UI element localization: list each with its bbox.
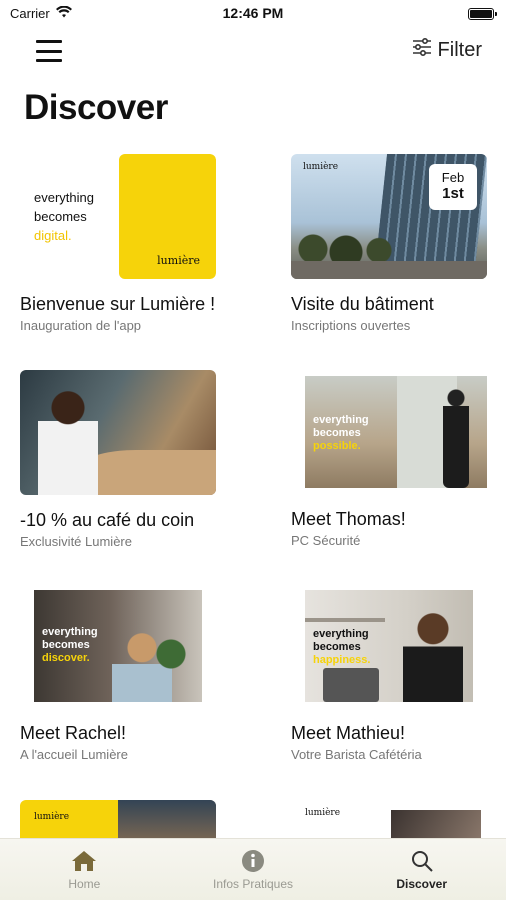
thumbnail-slogan: everything becomes discover. <box>42 626 98 664</box>
card-visite-batiment[interactable]: lumière Feb 1st Visite du bâtiment Inscr… <box>291 154 491 333</box>
tab-discover[interactable]: Discover <box>337 839 506 900</box>
tab-home[interactable]: Home <box>0 839 169 900</box>
discover-grid: everything becomes digital. lumière Bien… <box>0 150 506 840</box>
card-thumbnail: lumière Feb 1st <box>291 154 487 279</box>
card-subtitle: Inauguration de l'app <box>20 318 142 333</box>
card-thumbnail: everything becomes possible. <box>305 376 487 488</box>
card-thumbnail: everything becomes discover. <box>34 590 202 702</box>
filter-label: Filter <box>437 38 482 61</box>
card-meet-mathieu[interactable]: everything becomes happiness. Meet Mathi… <box>291 590 491 762</box>
tab-bar: Home Infos Pratiques Discover <box>0 838 506 900</box>
card-title: Visite du bâtiment <box>291 294 434 314</box>
thumbnail-slogan: everything becomes happiness. <box>313 628 371 666</box>
card-thumbnail: everything becomes happiness. <box>305 590 473 702</box>
date-badge: Feb 1st <box>429 164 477 210</box>
tab-infos-pratiques[interactable]: Infos Pratiques <box>169 839 338 900</box>
card-thumbnail: everything becomes digital. lumière <box>20 154 216 279</box>
lumiere-logo: lumière <box>303 162 339 172</box>
food-table-image <box>80 450 216 495</box>
person-image <box>38 388 98 495</box>
card-thumbnail: lumière <box>20 800 216 840</box>
info-icon <box>241 849 265 873</box>
lumiere-logo: lumière <box>34 812 70 822</box>
thumbnail-slogan: everything becomes possible. <box>313 414 369 452</box>
menu-icon-line <box>36 49 62 53</box>
tab-label: Home <box>68 877 101 891</box>
tab-label: Discover <box>396 877 448 891</box>
date-month: Feb <box>441 170 465 185</box>
lumiere-logo: lumière <box>157 254 200 267</box>
menu-icon-line <box>36 40 62 43</box>
menu-icon-line <box>36 59 62 62</box>
card-thumbnail <box>20 370 216 495</box>
card-title: Meet Rachel! <box>20 723 127 743</box>
lumiere-logo: lumière <box>305 808 341 818</box>
status-bar: Carrier 12:46 PM <box>0 0 506 28</box>
card-subtitle: PC Sécurité <box>291 533 361 548</box>
card-subtitle: Votre Barista Cafétéria <box>291 747 422 762</box>
home-icon <box>70 849 98 873</box>
card-title: Bienvenue sur Lumière ! <box>20 294 216 314</box>
search-icon <box>410 849 434 873</box>
card-cafe-du-coin[interactable]: -10 % au café du coin Exclusivité Lumièr… <box>20 370 220 549</box>
card-subtitle: Exclusivité Lumière <box>20 534 132 549</box>
battery-icon <box>468 8 497 20</box>
card-title: Meet Mathieu! <box>291 723 406 743</box>
card-subtitle: A l'accueil Lumière <box>20 747 128 762</box>
card-title: -10 % au café du coin <box>20 510 195 530</box>
tab-label: Infos Pratiques <box>212 877 294 891</box>
filter-button[interactable]: Filter <box>412 37 482 62</box>
person-image <box>403 612 463 702</box>
card-partial-right[interactable]: lumière <box>291 800 491 840</box>
card-partial-left[interactable]: lumière <box>20 800 220 840</box>
status-time: 12:46 PM <box>222 5 284 21</box>
card-meet-thomas[interactable]: everything becomes possible. Meet Thomas… <box>291 370 491 548</box>
card-title: Meet Thomas! <box>291 509 406 529</box>
person-image <box>443 388 469 488</box>
card-subtitle: Inscriptions ouvertes <box>291 318 411 333</box>
sliders-icon <box>412 37 432 62</box>
card-thumbnail: lumière <box>291 800 487 840</box>
nav-bar: Filter <box>0 34 506 70</box>
card-bienvenue[interactable]: everything becomes digital. lumière Bien… <box>20 154 220 333</box>
page-title: Discover <box>24 88 168 127</box>
card-meet-rachel[interactable]: everything becomes discover. Meet Rachel… <box>20 590 220 762</box>
date-day: 1st <box>442 185 464 202</box>
menu-button[interactable] <box>36 40 62 62</box>
thumbnail-slogan: everything becomes digital. <box>34 190 94 243</box>
